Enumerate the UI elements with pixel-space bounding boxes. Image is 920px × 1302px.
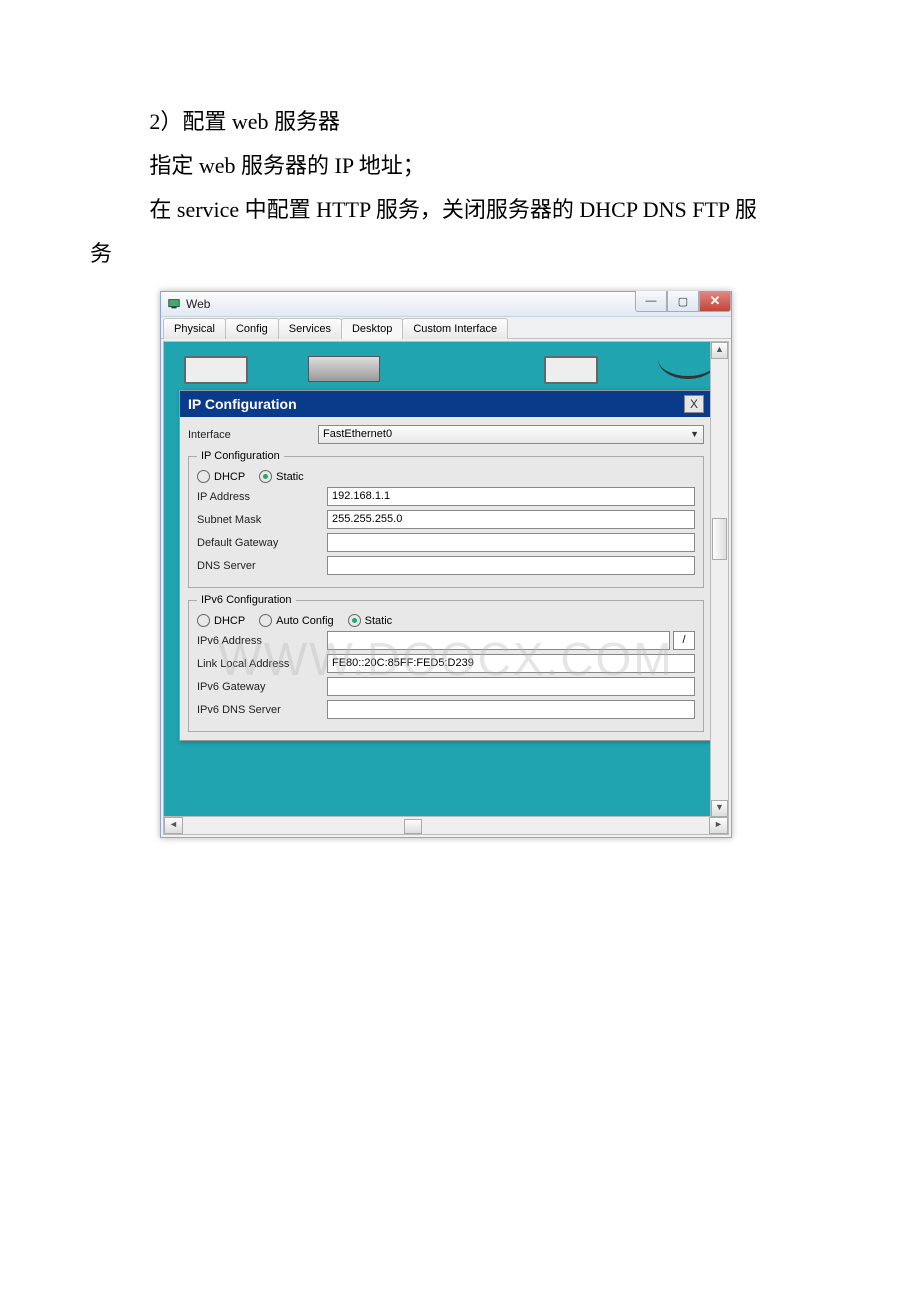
ipv6-dns-label: IPv6 DNS Server (197, 704, 327, 716)
default-gateway-field[interactable] (327, 533, 695, 552)
vertical-scrollbar[interactable]: ▲ ▼ (710, 342, 728, 817)
ipv6-dns-field[interactable] (327, 700, 695, 719)
default-gateway-label: Default Gateway (197, 537, 327, 549)
maximize-button[interactable]: ▢ (667, 291, 699, 312)
link-local-field[interactable]: FE80::20C:85FF:FED5:D239 (327, 654, 695, 673)
dhcp-radio[interactable]: DHCP (197, 470, 245, 483)
titlebar[interactable]: Web — ▢ ✕ (161, 292, 731, 317)
ipv4-legend: IP Configuration (197, 450, 284, 462)
ipv6-dhcp-radio[interactable]: DHCP (197, 614, 245, 627)
tab-custom-interface[interactable]: Custom Interface (402, 318, 508, 339)
ipv6-legend: IPv6 Configuration (197, 594, 296, 606)
scroll-right-icon[interactable]: ► (709, 817, 728, 834)
ipv6-address-field[interactable] (327, 631, 670, 650)
ip-config-header[interactable]: IP Configuration X (180, 391, 712, 417)
doc-line4: 务 (90, 232, 830, 276)
ip-config-panel: IP Configuration X Interface FastEtherne… (179, 390, 713, 741)
ip-address-label: IP Address (197, 491, 327, 503)
scroll-thumb[interactable] (404, 819, 422, 834)
desktop-icon[interactable] (544, 356, 598, 384)
ipv6-gateway-label: IPv6 Gateway (197, 681, 327, 693)
subnet-mask-label: Subnet Mask (197, 514, 327, 526)
horizontal-scrollbar[interactable]: ◄ ► (164, 816, 728, 834)
desktop-icon[interactable] (308, 356, 380, 382)
tab-desktop[interactable]: Desktop (341, 318, 403, 339)
scroll-thumb[interactable] (712, 518, 727, 560)
desktop-icon-row (184, 356, 718, 384)
minimize-button[interactable]: — (635, 291, 667, 312)
static-radio[interactable]: Static (259, 470, 304, 483)
ipv6-static-radio[interactable]: Static (348, 614, 393, 627)
desktop-icon[interactable] (658, 356, 718, 379)
tab-bar: Physical Config Services Desktop Custom … (161, 317, 731, 339)
app-icon (167, 297, 181, 311)
doc-line2: 指定 web 服务器的 IP 地址； (90, 144, 830, 188)
doc-line3: 在 service 中配置 HTTP 服务，关闭服务器的 DHCP DNS FT… (90, 188, 830, 232)
ipv6-group: IPv6 Configuration DHCP Auto Config Stat… (188, 594, 704, 732)
desktop-icon[interactable] (184, 356, 248, 384)
close-button[interactable]: ✕ (699, 291, 731, 312)
content-area: IP Configuration X Interface FastEtherne… (163, 341, 729, 835)
ip-config-title: IP Configuration (188, 396, 297, 412)
ipv6-prefix-field[interactable]: / (673, 631, 695, 650)
scroll-down-icon[interactable]: ▼ (711, 800, 728, 817)
tab-physical[interactable]: Physical (163, 318, 226, 339)
ip-address-field[interactable]: 192.168.1.1 (327, 487, 695, 506)
doc-line1: 2）配置 web 服务器 (90, 100, 830, 144)
ipv6-address-label: IPv6 Address (197, 635, 327, 647)
interface-select[interactable]: FastEthernet0 ▼ (318, 425, 704, 444)
ipv6-auto-radio[interactable]: Auto Config (259, 614, 333, 627)
dns-server-label: DNS Server (197, 560, 327, 572)
tab-services[interactable]: Services (278, 318, 342, 339)
window-title: Web (186, 297, 210, 311)
chevron-down-icon: ▼ (690, 426, 699, 443)
interface-value: FastEthernet0 (323, 426, 392, 443)
app-window: Web — ▢ ✕ Physical Config Services Deskt… (160, 291, 732, 838)
link-local-label: Link Local Address (197, 658, 327, 670)
ip-config-close-button[interactable]: X (684, 395, 704, 413)
interface-label: Interface (188, 429, 318, 441)
scroll-up-icon[interactable]: ▲ (711, 342, 728, 359)
dns-server-field[interactable] (327, 556, 695, 575)
tab-config[interactable]: Config (225, 318, 279, 339)
scroll-left-icon[interactable]: ◄ (164, 817, 183, 834)
subnet-mask-field[interactable]: 255.255.255.0 (327, 510, 695, 529)
ipv4-group: IP Configuration DHCP Static IP Address1… (188, 450, 704, 588)
ipv6-gateway-field[interactable] (327, 677, 695, 696)
